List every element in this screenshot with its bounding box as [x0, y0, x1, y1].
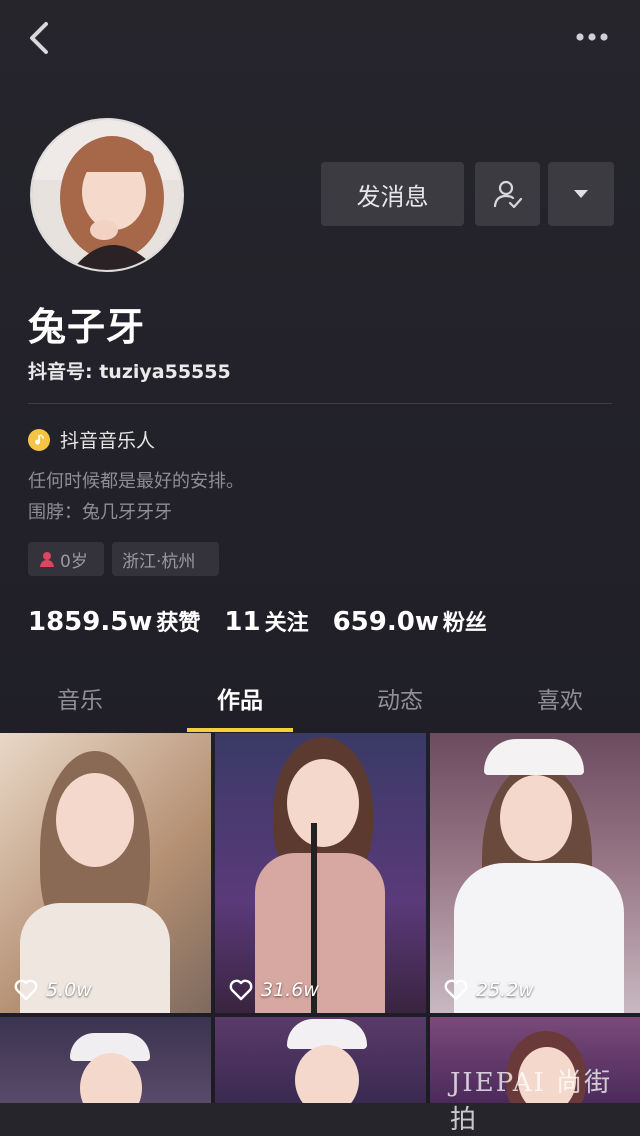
followers-label[interactable]: 粉丝 [443, 605, 487, 637]
tab-moments[interactable]: 动态 [320, 668, 480, 728]
likes-label[interactable]: 获赞 [156, 605, 200, 637]
user-check-icon [493, 180, 522, 209]
female-user-icon [40, 552, 54, 567]
followers-count: 659.0w [332, 607, 439, 637]
stats-row: 1859.5w 获赞 11 关注 659.0w 粉丝 [28, 605, 511, 637]
video-likes: 25.2w [444, 979, 534, 1001]
heart-icon [444, 979, 468, 1001]
video-tile[interactable] [215, 1017, 426, 1103]
music-note-icon [28, 428, 50, 451]
heart-icon [14, 979, 38, 1001]
send-message-button[interactable]: 发消息 [321, 162, 464, 226]
avatar[interactable] [30, 118, 184, 272]
video-tile[interactable]: 5.0w [0, 733, 211, 1013]
age-value: 0岁 [60, 551, 88, 572]
more-button[interactable] [572, 22, 616, 52]
location-value: 浙江·杭州 [122, 551, 196, 572]
douyin-id: 抖音号: tuziya55555 [28, 361, 231, 383]
verified-badge-row: 抖音音乐人 [28, 426, 155, 453]
watermark: JIEPAI 尚街拍 [450, 1068, 613, 1135]
bio-text: 任何时候都是最好的安排。 [28, 471, 244, 492]
following-count: 11 [224, 607, 261, 637]
video-likes: 31.6w [229, 979, 319, 1001]
tab-likes[interactable]: 喜欢 [480, 668, 640, 728]
more-options-dropdown[interactable] [548, 162, 614, 226]
video-likes-count: 31.6w [261, 979, 319, 1001]
avatar-photo [32, 120, 182, 270]
video-likes: 5.0w [14, 979, 92, 1001]
profile-tabs: 音乐 作品 动态 喜欢 [0, 668, 640, 732]
video-tile[interactable] [0, 1017, 211, 1103]
video-tile[interactable]: 31.6w [215, 733, 426, 1013]
active-tab-indicator [187, 728, 293, 732]
video-tile[interactable]: 25.2w [430, 733, 640, 1013]
age-tag: 0岁 [28, 542, 104, 576]
divider [28, 403, 612, 404]
weibo-handle: 围脖：兔几牙牙牙 [28, 502, 172, 523]
profile-name: 兔子牙 [28, 305, 146, 349]
follow-button[interactable] [475, 162, 540, 226]
back-button[interactable] [22, 18, 62, 58]
more-dots-icon [576, 33, 608, 41]
location-tag: 浙江·杭州 [112, 542, 219, 576]
caret-down-icon [574, 190, 588, 198]
heart-icon [229, 979, 253, 1001]
video-likes-count: 25.2w [476, 979, 534, 1001]
following-label[interactable]: 关注 [265, 605, 309, 637]
likes-count: 1859.5w [28, 607, 153, 637]
send-message-label: 发消息 [356, 182, 429, 211]
video-likes-count: 5.0w [46, 979, 92, 1001]
tab-music[interactable]: 音乐 [0, 668, 160, 728]
badge-label: 抖音音乐人 [60, 430, 156, 452]
chevron-left-icon [30, 22, 48, 54]
tab-works[interactable]: 作品 [160, 668, 320, 728]
